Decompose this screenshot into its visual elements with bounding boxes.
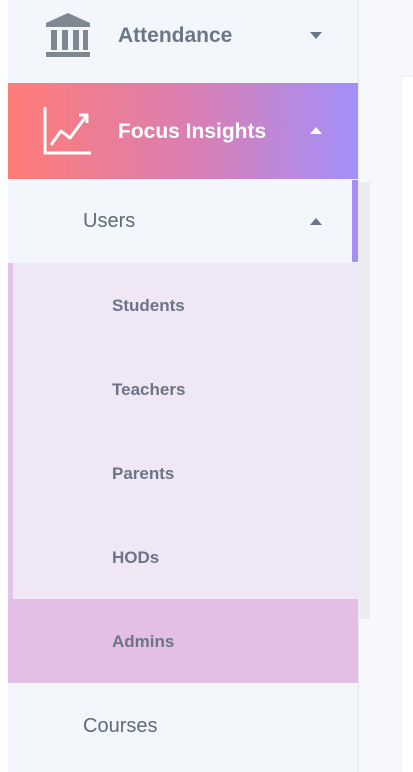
submenu-group-label: Courses [83,715,158,737]
chevron-up-icon[interactable] [310,127,322,134]
scrollbar-thumb[interactable] [352,180,358,262]
sidebar-item-label: Attendance [118,24,233,47]
submenu-item-label: Students [112,296,185,315]
left-gutter [0,0,8,772]
trending-up-chart-icon [43,105,93,155]
submenu-item-label: HODs [112,548,160,567]
app-screen: Attendance Focus Insights Users Students… [0,0,413,772]
chevron-up-icon[interactable] [310,218,322,225]
bank-icon [43,11,93,59]
submenu-item-teachers[interactable]: Teachers [8,347,358,431]
submenu-item-label: Teachers [112,380,186,399]
scrollbar-track[interactable] [358,182,370,619]
sidebar-item-attendance[interactable]: Attendance [8,0,358,76]
submenu-item-label: Admins [112,632,175,651]
main-content-card [401,76,413,772]
submenu-group-courses[interactable]: Courses [8,684,358,768]
sidebar-item-label: Focus Insights [118,120,267,143]
sidebar-item-focus-insights[interactable]: Focus Insights [8,83,358,179]
submenu-item-hods[interactable]: HODs [8,515,358,599]
submenu-item-students[interactable]: Students [8,263,358,347]
submenu-item-parents[interactable]: Parents [8,431,358,515]
submenu-group-users[interactable]: Users [8,179,358,263]
chevron-down-icon[interactable] [310,32,322,39]
submenu-item-label: Parents [112,464,175,483]
submenu-group-label: Users [83,210,136,232]
submenu-item-admins[interactable]: Admins [8,599,358,683]
